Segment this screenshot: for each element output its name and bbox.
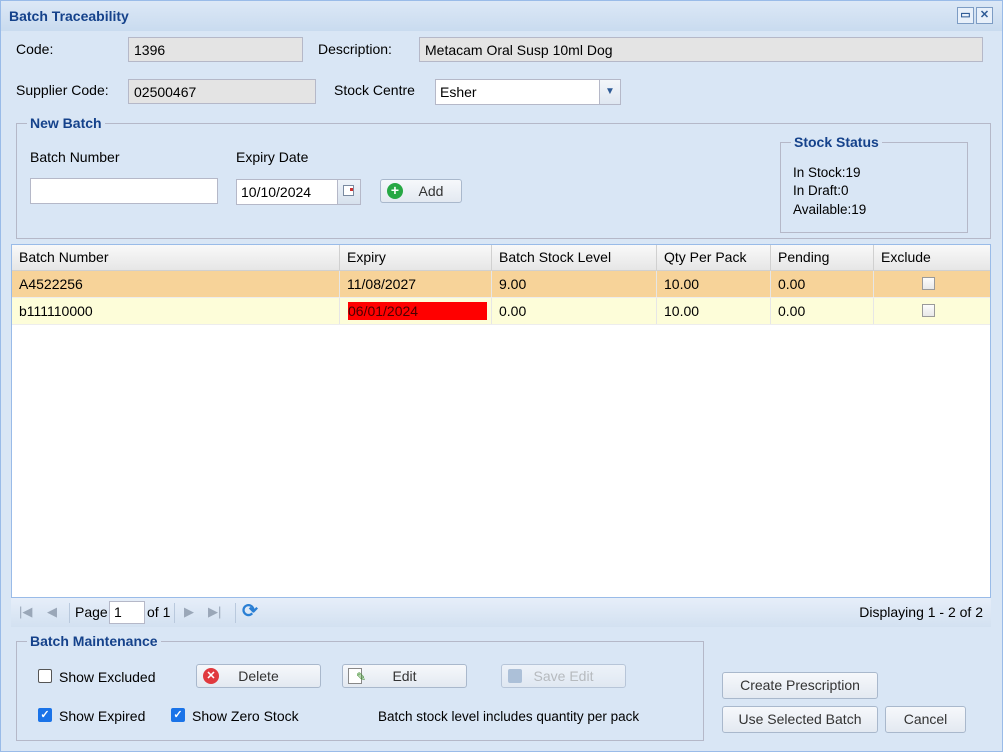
paging-toolbar: |◀ ◀ Page 1 of 1 ▶ ▶| ⟳ Displaying 1 - 2…: [11, 597, 991, 627]
cell-expiry: 06/01/2024: [340, 298, 492, 324]
cell-exclude: [874, 298, 990, 324]
calendar-icon[interactable]: [337, 180, 360, 204]
edit-label: Edit: [392, 668, 417, 684]
expiry-date-input[interactable]: 10/10/2024: [236, 179, 361, 205]
exclude-checkbox[interactable]: [922, 277, 935, 290]
cell-batch-stock-level: 9.00: [492, 271, 657, 297]
save-icon: [508, 669, 522, 683]
cancel-button[interactable]: Cancel: [885, 706, 966, 733]
add-button[interactable]: + Add: [380, 179, 462, 203]
code-field[interactable]: 1396: [128, 37, 303, 62]
table-row[interactable]: b111110000 06/01/2024 0.00 10.00 0.00: [12, 298, 990, 325]
supplier-code-label: Supplier Code:: [16, 82, 109, 98]
delete-label: Delete: [238, 668, 279, 684]
batch-traceability-window: Batch Traceability ▭ ✕ Code: 1396 Descri…: [0, 0, 1003, 752]
cell-expiry: 11/08/2027: [340, 271, 492, 297]
description-label: Description:: [318, 41, 392, 57]
window-title: Batch Traceability: [9, 8, 129, 24]
window-body: Code: 1396 Description: Metacam Oral Sus…: [9, 31, 991, 747]
stock-status-fieldset: Stock Status In Stock:19 In Draft:0 Avai…: [780, 134, 968, 233]
maximize-icon[interactable]: ▭: [957, 7, 974, 24]
cell-qty-per-pack: 10.00: [657, 298, 771, 324]
code-label: Code:: [16, 41, 54, 57]
show-excluded-label: Show Excluded: [59, 669, 156, 685]
use-selected-batch-button[interactable]: Use Selected Batch: [722, 706, 878, 733]
first-page-icon[interactable]: |◀: [19, 604, 32, 620]
show-zero-stock-checkbox[interactable]: ✓: [171, 708, 185, 722]
table-row[interactable]: A4522256 11/08/2027 9.00 10.00 0.00: [12, 271, 990, 298]
cell-batch-number: b111110000: [12, 298, 340, 324]
delete-icon: ✕: [203, 668, 219, 684]
batch-number-input[interactable]: [30, 178, 218, 204]
next-page-icon[interactable]: ▶: [184, 604, 194, 620]
available-text: Available:19: [793, 202, 867, 217]
stock-centre-select[interactable]: Esher ▼: [435, 79, 621, 105]
add-icon: +: [387, 183, 403, 199]
save-edit-label: Save Edit: [533, 668, 594, 684]
description-field[interactable]: Metacam Oral Susp 10ml Dog: [419, 37, 983, 62]
title-bar: Batch Traceability ▭ ✕: [1, 1, 1002, 31]
show-excluded-checkbox[interactable]: [38, 669, 52, 683]
expired-date-highlight: 06/01/2024: [348, 302, 487, 320]
column-header-batch-number[interactable]: Batch Number: [12, 245, 340, 270]
stock-level-note: Batch stock level includes quantity per …: [378, 709, 640, 724]
last-page-icon[interactable]: ▶|: [208, 604, 221, 620]
new-batch-fieldset: New Batch Batch Number Expiry Date 10/10…: [16, 115, 991, 239]
save-edit-button[interactable]: Save Edit: [501, 664, 626, 688]
cell-pending: 0.00: [771, 271, 874, 297]
supplier-code-field[interactable]: 02500467: [128, 79, 316, 104]
expiry-date-label: Expiry Date: [236, 149, 309, 165]
in-draft-text: In Draft:0: [793, 183, 849, 198]
stock-status-legend: Stock Status: [791, 134, 882, 150]
grid-header: Batch Number Expiry Batch Stock Level Qt…: [12, 245, 990, 271]
expiry-date-value: 10/10/2024: [241, 184, 312, 200]
cell-exclude: [874, 271, 990, 297]
chevron-down-icon[interactable]: ▼: [599, 80, 620, 104]
add-label: Add: [418, 183, 444, 199]
create-prescription-button[interactable]: Create Prescription: [722, 672, 878, 699]
batch-grid: Batch Number Expiry Batch Stock Level Qt…: [11, 244, 991, 627]
previous-page-icon[interactable]: ◀: [47, 604, 57, 620]
close-icon[interactable]: ✕: [976, 7, 993, 24]
delete-button[interactable]: ✕ Delete: [196, 664, 321, 688]
column-header-qty-per-pack[interactable]: Qty Per Pack: [657, 245, 771, 270]
in-stock-text: In Stock:19: [793, 165, 861, 180]
page-number-input[interactable]: 1: [109, 601, 145, 624]
cell-batch-number: A4522256: [12, 271, 340, 297]
show-zero-stock-label: Show Zero Stock: [192, 708, 299, 724]
stock-centre-label: Stock Centre: [334, 82, 415, 98]
displaying-text: Displaying 1 - 2 of 2: [859, 604, 983, 620]
show-expired-label: Show Expired: [59, 708, 146, 724]
batch-maintenance-fieldset: Batch Maintenance Show Excluded ✕ Delete…: [16, 633, 704, 741]
cell-batch-stock-level: 0.00: [492, 298, 657, 324]
show-expired-checkbox[interactable]: ✓: [38, 708, 52, 722]
new-batch-legend: New Batch: [27, 115, 105, 131]
column-header-exclude[interactable]: Exclude: [874, 245, 990, 270]
column-header-expiry[interactable]: Expiry: [340, 245, 492, 270]
exclude-checkbox[interactable]: [922, 304, 935, 317]
stock-centre-value: Esher: [440, 84, 477, 100]
batch-number-label: Batch Number: [30, 149, 120, 165]
column-header-batch-stock-level[interactable]: Batch Stock Level: [492, 245, 657, 270]
cell-pending: 0.00: [771, 298, 874, 324]
batch-maintenance-legend: Batch Maintenance: [27, 633, 161, 649]
edit-button[interactable]: ✎ Edit: [342, 664, 467, 688]
page-label: Page: [75, 604, 108, 620]
column-header-pending[interactable]: Pending: [771, 245, 874, 270]
cell-qty-per-pack: 10.00: [657, 271, 771, 297]
of-pages-label: of 1: [147, 604, 171, 620]
refresh-icon[interactable]: ⟳: [242, 600, 258, 623]
